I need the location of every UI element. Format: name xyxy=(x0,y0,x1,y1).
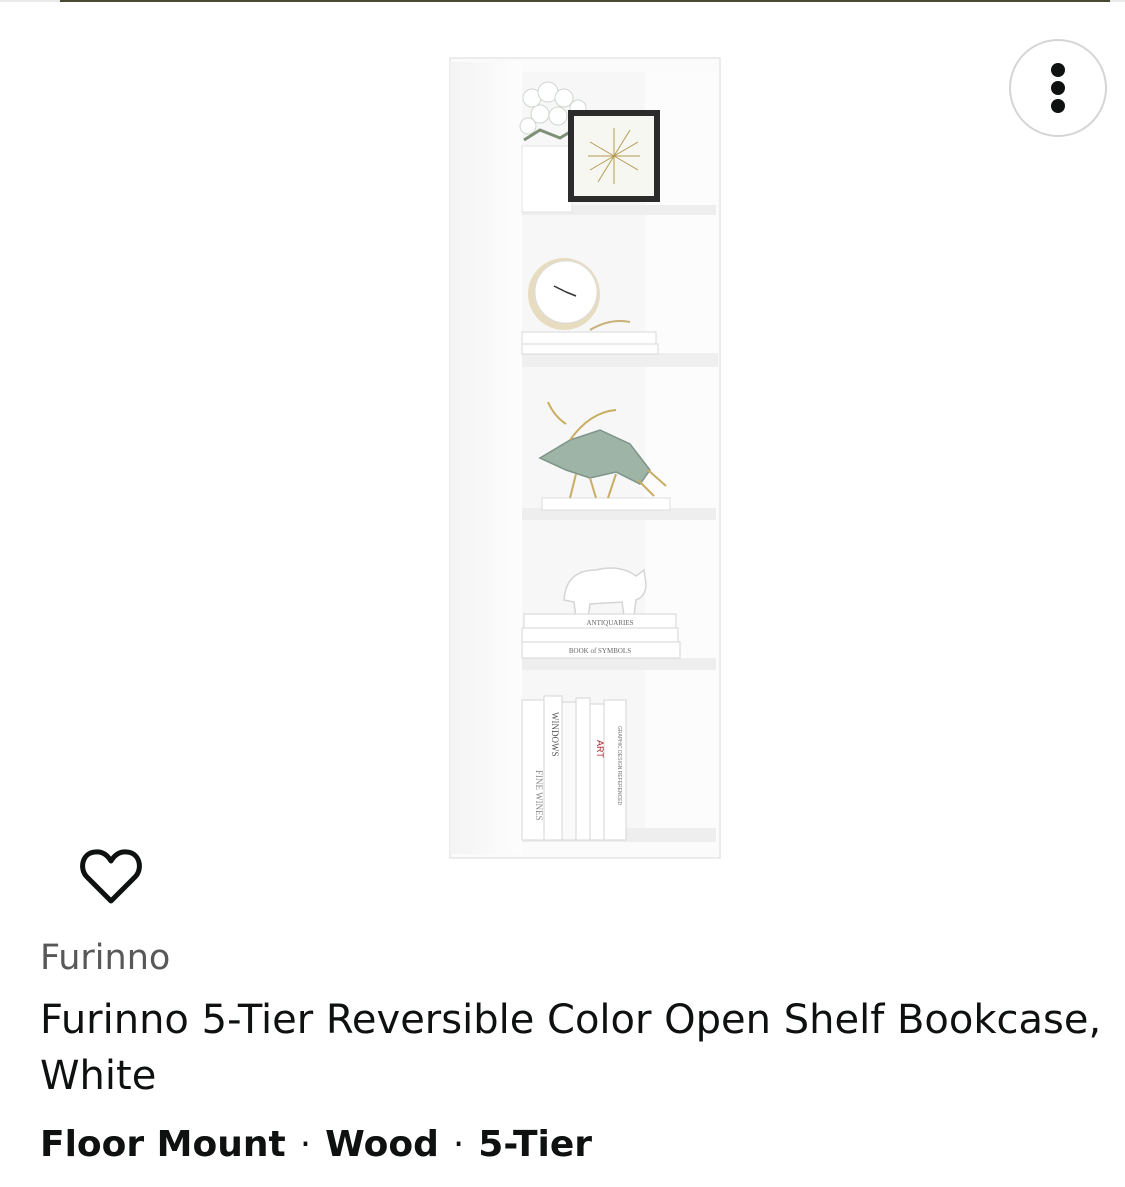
upright-books: FINE WINES WINDOWS ART GRAPHIC DESIGN RE… xyxy=(521,695,627,841)
attribute-separator: · xyxy=(299,1124,312,1165)
product-title: Furinno 5-Tier Reversible Color Open She… xyxy=(40,997,1102,1099)
svg-text:BOOK of SYMBOLS: BOOK of SYMBOLS xyxy=(569,647,631,655)
bookcase-side-panel xyxy=(450,62,522,854)
svg-text:ART: ART xyxy=(595,740,605,758)
shelf-2 xyxy=(522,353,718,367)
svg-text:FINE WINES: FINE WINES xyxy=(534,770,544,821)
attribute-separator: · xyxy=(452,1124,465,1165)
heart-outline-icon xyxy=(80,849,142,904)
brand-link[interactable]: Furinno xyxy=(40,936,170,980)
top-divider xyxy=(0,0,1125,2)
more-options-button[interactable] xyxy=(1009,39,1107,137)
product-attributes: Floor Mount · Wood · 5-Tier xyxy=(40,1122,592,1168)
svg-text:WINDOWS: WINDOWS xyxy=(550,712,560,757)
picture-frame xyxy=(568,110,660,202)
attribute-tiers: 5-Tier xyxy=(478,1124,593,1165)
shelf-4 xyxy=(522,658,716,670)
wishlist-button[interactable] xyxy=(74,842,148,910)
book-stack-antiquaries: ANTIQUARIES BOOK of SYMBOLS xyxy=(521,613,681,659)
product-image[interactable]: ANTIQUARIES BOOK of SYMBOLS FINE WINES W… xyxy=(440,50,730,870)
more-vertical-icon xyxy=(1051,63,1065,113)
svg-text:ANTIQUARIES: ANTIQUARIES xyxy=(586,619,633,627)
attribute-material: Wood xyxy=(325,1124,439,1165)
svg-text:GRAPHIC DESIGN REFERENCED: GRAPHIC DESIGN REFERENCED xyxy=(616,726,622,806)
desk-clock xyxy=(528,258,600,330)
attribute-mount: Floor Mount xyxy=(40,1124,286,1165)
